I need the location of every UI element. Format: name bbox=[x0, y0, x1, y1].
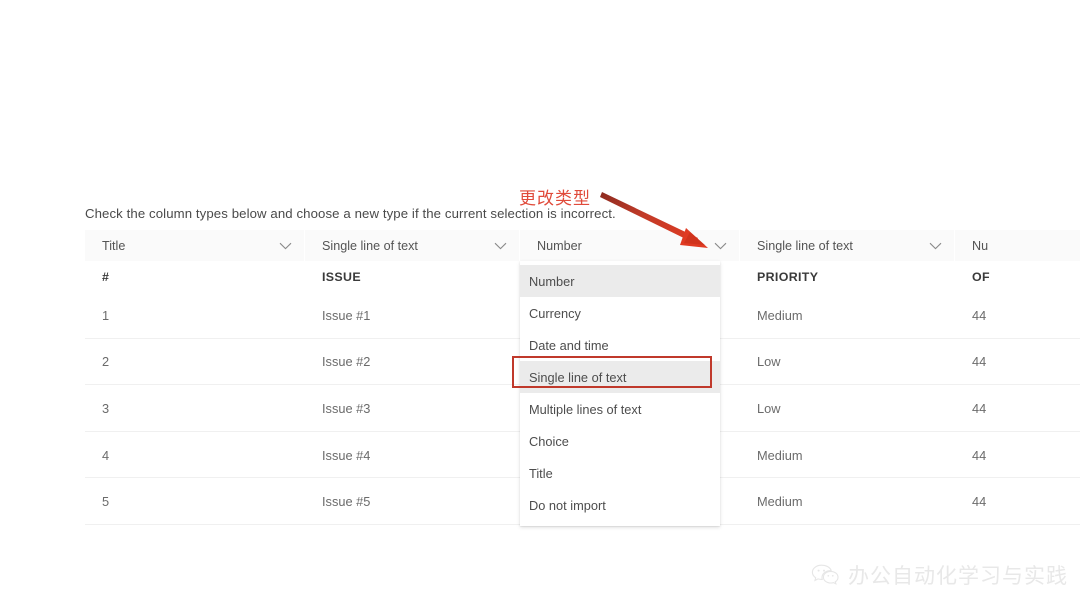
cell-priority: Low bbox=[757, 354, 781, 370]
chevron-down-icon[interactable] bbox=[714, 242, 727, 250]
wechat-icon bbox=[811, 563, 839, 587]
cell-issue: Issue #2 bbox=[322, 354, 371, 370]
dropdown-option-do-not-import[interactable]: Do not import bbox=[520, 489, 720, 521]
dropdown-option-choice[interactable]: Choice bbox=[520, 425, 720, 457]
chevron-down-icon[interactable] bbox=[929, 242, 942, 250]
cell-clipped: 44 bbox=[972, 354, 987, 370]
type-dropdown-issue[interactable]: Single line of text bbox=[305, 230, 520, 261]
cell-priority: Medium bbox=[757, 307, 803, 323]
dropdown-option-single-line-of-text[interactable]: Single line of text bbox=[520, 361, 720, 393]
cell-issue: Issue #1 bbox=[322, 307, 371, 323]
cell-number: 2 bbox=[102, 354, 110, 370]
chevron-down-icon[interactable] bbox=[494, 242, 507, 250]
column-header-priority: PRIORITY bbox=[757, 269, 819, 284]
cell-number: 5 bbox=[102, 494, 110, 510]
cell-clipped: 44 bbox=[972, 494, 987, 510]
column-header-issue: ISSUE bbox=[322, 269, 361, 284]
cell-issue: Issue #5 bbox=[322, 494, 371, 510]
type-selector-row: Title Single line of text Number Single … bbox=[85, 230, 1080, 261]
dropdown-padding bbox=[520, 521, 720, 526]
cell-priority: Low bbox=[757, 400, 781, 416]
cell-priority: Medium bbox=[757, 447, 803, 463]
type-dropdown-number-label: Number bbox=[537, 238, 582, 253]
dropdown-option-multiple-lines-of-text[interactable]: Multiple lines of text bbox=[520, 393, 720, 425]
cell-issue: Issue #3 bbox=[322, 400, 371, 416]
chevron-down-icon[interactable] bbox=[279, 242, 292, 250]
screenshot-stage: Check the column types below and choose … bbox=[0, 0, 1080, 608]
column-header-clipped: OF bbox=[972, 269, 990, 284]
type-dropdown-number[interactable]: Number bbox=[520, 230, 740, 261]
type-dropdown-priority[interactable]: Single line of text bbox=[740, 230, 955, 261]
type-dropdown-issue-label: Single line of text bbox=[322, 238, 418, 253]
cell-clipped: 44 bbox=[972, 307, 987, 323]
dropdown-option-title[interactable]: Title bbox=[520, 457, 720, 489]
cell-number: 1 bbox=[102, 307, 110, 323]
annotation-label: 更改类型 bbox=[519, 189, 591, 209]
cell-number: 4 bbox=[102, 447, 110, 463]
column-header-number: # bbox=[102, 269, 110, 284]
type-dropdown-clipped-label: Nu bbox=[972, 238, 989, 253]
cell-clipped: 44 bbox=[972, 400, 987, 416]
cell-issue: Issue #4 bbox=[322, 447, 371, 463]
dropdown-option-date-and-time[interactable]: Date and time bbox=[520, 329, 720, 361]
cell-priority: Medium bbox=[757, 494, 803, 510]
dropdown-option-number[interactable]: Number bbox=[520, 265, 720, 297]
type-dropdown-title-label: Title bbox=[102, 238, 126, 253]
cell-clipped: 44 bbox=[972, 447, 987, 463]
column-type-dropdown-menu[interactable]: Number Currency Date and time Single lin… bbox=[520, 261, 720, 526]
cell-number: 3 bbox=[102, 400, 110, 416]
type-dropdown-title[interactable]: Title bbox=[85, 230, 305, 261]
type-dropdown-priority-label: Single line of text bbox=[757, 238, 853, 253]
watermark-text: 办公自动化学习与实践 bbox=[848, 564, 1068, 588]
watermark: 办公自动化学习与实践 bbox=[811, 560, 1068, 590]
type-dropdown-clipped[interactable]: Nu bbox=[955, 230, 1080, 261]
dropdown-option-currency[interactable]: Currency bbox=[520, 297, 720, 329]
